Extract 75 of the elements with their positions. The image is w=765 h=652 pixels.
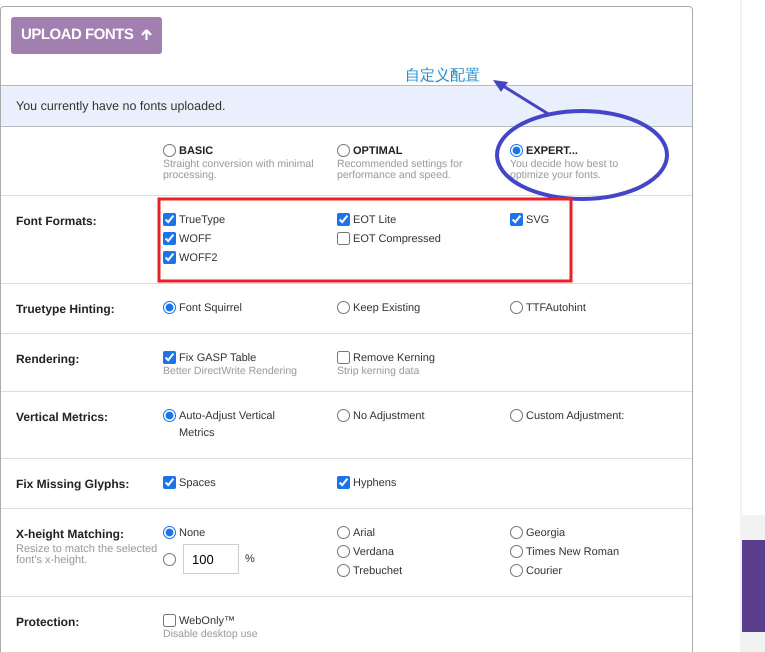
option-label: Georgia: [526, 526, 566, 542]
radio-button[interactable]: [510, 526, 523, 540]
option-label: WebOnly™: [179, 614, 236, 629]
size-input[interactable]: 100: [183, 544, 239, 574]
checkbox[interactable]: [163, 614, 176, 628]
option-label: SVG: [526, 213, 550, 228]
setting-label: Fix Missing Glyphs:: [16, 477, 130, 492]
checkbox[interactable]: [163, 213, 176, 226]
option-label: Font Squirrel: [179, 301, 242, 316]
option-description: Strip kerning data: [337, 366, 420, 378]
checkbox[interactable]: [337, 476, 350, 490]
radio-button[interactable]: [337, 564, 350, 578]
radio-button[interactable]: [337, 409, 350, 422]
option-label: Spaces: [179, 476, 216, 492]
option-label: Verdana: [353, 545, 394, 560]
annotation-text: 自定义配置: [405, 66, 480, 86]
mode-label: OPTIMAL: [353, 144, 402, 159]
setting-label: X-height Matching:: [16, 527, 124, 542]
option-label: Auto-Adjust Vertical Metrics: [179, 409, 276, 442]
radio-button[interactable]: [337, 301, 350, 314]
annotation-arrow: [493, 80, 551, 116]
radio-button[interactable]: [510, 301, 523, 314]
setting-label: Truetype Hinting:: [16, 302, 115, 316]
radio-button[interactable]: [337, 545, 350, 558]
radio-button[interactable]: [163, 526, 176, 540]
checkbox[interactable]: [337, 351, 350, 364]
arrow-up-icon: [141, 29, 152, 42]
checkbox[interactable]: [163, 351, 176, 364]
setting-label: Font Formats:: [16, 214, 97, 228]
checkbox[interactable]: [163, 232, 176, 246]
radio-button[interactable]: [163, 553, 176, 566]
setting-label: Rendering:: [16, 352, 80, 366]
option-label: Hyphens: [353, 476, 396, 492]
option-label: Custom Adjustment:: [526, 409, 624, 424]
option-label: No Adjustment: [353, 409, 425, 424]
mode-label: BASIC: [179, 144, 214, 159]
option-label: Keep Existing: [353, 301, 420, 316]
radio-button[interactable]: [510, 545, 523, 558]
option-label: Trebuchet: [353, 564, 402, 580]
mode-description: Straight conversion with minimal processing.: [163, 159, 315, 182]
radio-button[interactable]: [510, 564, 523, 578]
option-label: None: [179, 526, 206, 542]
mode-description: You decide how best to optimize your fonts.: [510, 159, 620, 182]
option-label: EOT Compressed: [353, 232, 441, 248]
checkbox[interactable]: [510, 213, 523, 226]
option-label: WOFF2: [179, 251, 218, 266]
option-label: Fix GASP Table: [179, 351, 256, 366]
radio-button[interactable]: [163, 409, 176, 422]
option-label: Courier: [526, 564, 562, 580]
option-label: Arial: [353, 526, 376, 542]
option-label: WOFF: [179, 232, 212, 248]
option-description: Better DirectWrite Rendering: [163, 366, 298, 378]
checkbox[interactable]: [163, 251, 176, 264]
unit-label: %: [245, 552, 255, 567]
radio-button[interactable]: [510, 409, 523, 422]
setting-label: Protection:: [16, 615, 80, 630]
mode-label: EXPERT...: [526, 144, 578, 159]
option-label: Times New Roman: [526, 545, 620, 560]
option-label: EOT Lite: [353, 213, 396, 228]
mode-description: Recommended settings for performance and speed.: [337, 159, 464, 182]
setting-label: Vertical Metrics:: [16, 410, 108, 424]
setting-hint: Resize to match the selected font's x-height.: [16, 544, 158, 567]
checkbox[interactable]: [337, 232, 350, 246]
option-label: Remove Kerning: [353, 351, 435, 366]
option-description: Disable desktop use: [163, 629, 259, 640]
radio-button[interactable]: [510, 144, 523, 158]
radio-button[interactable]: [163, 301, 176, 314]
radio-button[interactable]: [337, 144, 350, 158]
radio-button[interactable]: [337, 526, 350, 540]
notice-text: You currently have no fonts uploaded.: [1, 84, 692, 128]
checkbox[interactable]: [337, 213, 350, 226]
option-label: TTFAutohint: [526, 301, 586, 316]
option-label: TrueType: [179, 213, 226, 228]
checkbox[interactable]: [163, 476, 176, 490]
radio-button[interactable]: [163, 144, 176, 158]
